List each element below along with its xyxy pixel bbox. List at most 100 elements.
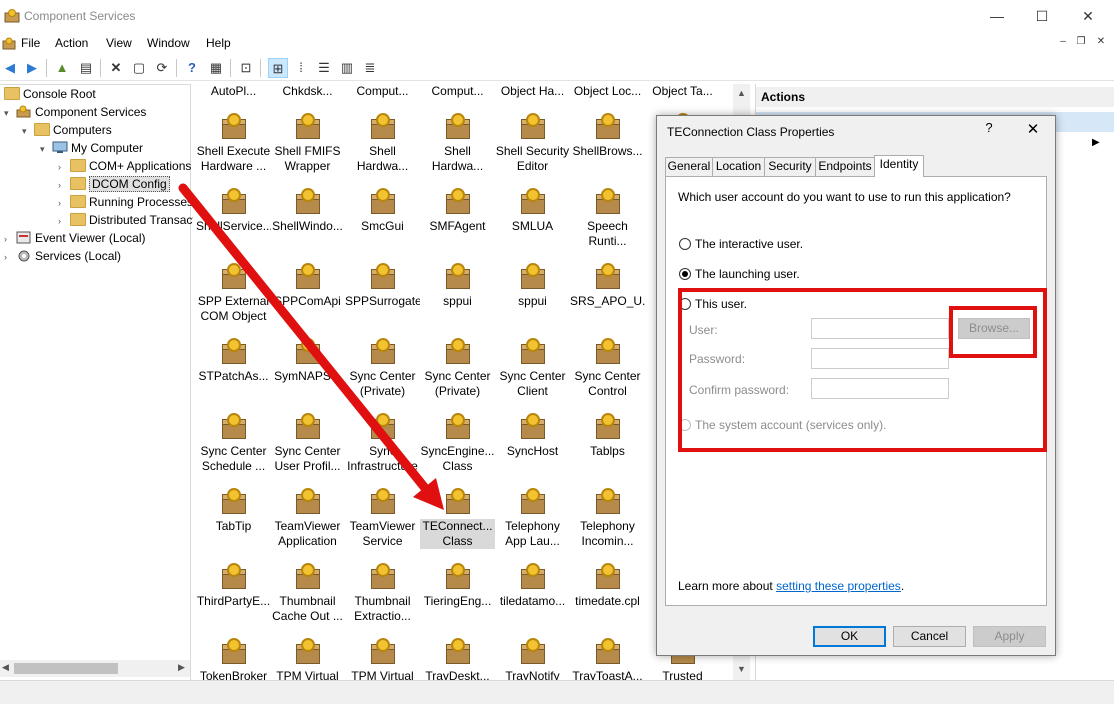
menu-action[interactable]: Action [55,36,88,50]
dcom-object-item[interactable]: timedate.cpl [570,563,645,609]
dcom-object-item[interactable]: TrayDeskt... [420,638,495,680]
dcom-object-item[interactable]: Shell Hardwa... [345,113,420,174]
help-icon[interactable]: ? [182,58,202,78]
dcom-object-item[interactable]: sppui [420,263,495,309]
dcom-object-item[interactable]: Telephony Incomin... [570,488,645,549]
back-arrow-icon[interactable]: ◀ [0,58,20,78]
dcom-object-item[interactable]: Sync Center (Private) [420,338,495,399]
tree-node-computers[interactable]: ▾ Computers [22,121,112,139]
dcom-object-item[interactable]: SPPSurrogate [345,263,420,309]
maximize-button[interactable]: ☐ [1019,0,1065,32]
tree-node-event-viewer[interactable]: › Event Viewer (Local) [4,229,146,247]
dcom-object-item[interactable]: TokenBroker [196,638,271,680]
up-folder-icon[interactable]: ▲ [52,58,72,78]
tab-identity[interactable]: Identity [874,155,924,177]
properties-icon[interactable]: ▢ [129,58,149,78]
dcom-object-item[interactable]: Thumbnail Extractio... [345,563,420,624]
tree-horizontal-scrollbar[interactable]: ◀ ▶ [0,660,190,677]
dcom-object-item[interactable]: SyncHost [495,413,570,459]
dcom-object-item[interactable]: Shell Security Editor [495,113,570,174]
tree-node-services-local[interactable]: › Services (Local) [4,247,121,265]
more-actions-arrow-icon[interactable]: ▶ [1092,137,1100,148]
dcom-object-item[interactable]: Sync Infrastructure [345,413,420,474]
minimize-button[interactable]: — [974,0,1020,32]
dcom-object-item[interactable]: ShellService... [196,188,271,234]
export-list-icon[interactable]: ▦ [206,58,226,78]
tab-location[interactable]: Location [712,157,765,176]
dcom-object-item[interactable]: TPM Virtual [345,638,420,680]
dcom-object-item[interactable]: tiledatamo... [495,563,570,609]
dcom-object-item[interactable]: TPM Virtual [270,638,345,680]
dcom-object-item[interactable]: Sync Center User Profil... [270,413,345,474]
tree-node-com-plus-applications[interactable]: › COM+ Applications [58,157,191,175]
tree-node-my-computer[interactable]: ▾ My Computer [40,139,143,157]
tab-security[interactable]: Security [764,157,816,176]
dcom-object-item[interactable]: TrayToastA... [570,638,645,680]
small-icons-view-icon[interactable]: ⁞ [291,58,311,78]
dcom-object-item[interactable]: TabTip [196,488,271,534]
forward-arrow-icon[interactable]: ▶ [22,58,42,78]
dcom-object-item[interactable]: SmcGui [345,188,420,234]
radio-interactive-user[interactable] [679,238,691,250]
dcom-object-item[interactable]: Object Ha... [495,84,570,99]
dcom-object-item[interactable]: TieringEng... [420,563,495,609]
tree-node-component-services[interactable]: ▾ Component Services [4,103,146,121]
tab-general[interactable]: General [665,157,713,176]
mdi-close-button[interactable]: ✕ [1093,35,1109,49]
dcom-object-item[interactable]: SyncEngine... Class [420,413,495,474]
dcom-object-item[interactable]: Shell Execute Hardware ... [196,113,271,174]
dcom-object-item[interactable]: Tablps [570,413,645,459]
status-view-icon[interactable]: ≣ [360,58,380,78]
dcom-object-item[interactable]: TrayNotify [495,638,570,680]
dcom-object-item[interactable]: Chkdsk... [270,84,345,99]
dcom-object-item[interactable]: Thumbnail Cache Out ... [270,563,345,624]
dcom-object-item[interactable]: TEConnect... Class [420,488,495,549]
apply-button[interactable]: Apply [973,626,1046,647]
tree-node-running-processes[interactable]: › Running Processes [58,193,193,211]
show-hide-tree-icon[interactable]: ▤ [76,58,96,78]
radio-launching-user[interactable] [679,268,691,280]
dcom-object-item[interactable]: Telephony App Lau... [495,488,570,549]
new-window-icon[interactable]: ⊡ [236,58,256,78]
learn-more-link[interactable]: setting these properties [776,579,901,593]
menu-help[interactable]: Help [206,36,231,50]
large-icons-view-icon[interactable]: ⊞ [268,58,288,78]
dcom-object-item[interactable]: SRS_APO_U... [570,263,645,309]
dcom-object-item[interactable]: ShellWindo... [270,188,345,234]
close-button[interactable]: ✕ [1065,0,1111,32]
dcom-object-item[interactable]: Sync Center Client [495,338,570,399]
menu-file[interactable]: File [21,36,40,50]
dcom-object-item[interactable]: Object Loc... [570,84,645,99]
dcom-object-item[interactable]: Sync Center (Private) [345,338,420,399]
detail-view-icon[interactable]: ▥ [337,58,357,78]
tab-endpoints[interactable]: Endpoints [815,157,875,176]
tree-node-console-root[interactable]: Console Root [4,85,96,103]
dcom-object-item[interactable]: ShellBrows... [570,113,645,159]
dcom-object-item[interactable]: SPP External COM Object [196,263,271,324]
dcom-object-item[interactable]: TeamViewer Service [345,488,420,549]
dcom-object-item[interactable]: Comput... [420,84,495,99]
tree-node-dcom-config[interactable]: › DCOM Config [58,175,170,193]
mdi-restore-button[interactable]: ❐ [1073,35,1089,49]
dcom-object-item[interactable]: SPPComApi [270,263,345,309]
dcom-object-item[interactable]: ThirdPartyE... [196,563,271,609]
dcom-object-item[interactable]: Shell FMIFS Wrapper [270,113,345,174]
dcom-object-item[interactable]: Object Ta... [645,84,720,99]
dcom-object-item[interactable]: SymNAPS... [270,338,345,384]
dcom-object-item[interactable]: Sync Center Schedule ... [196,413,271,474]
mdi-minimize-button[interactable]: – [1055,35,1071,49]
dcom-object-item[interactable]: Comput... [345,84,420,99]
menu-window[interactable]: Window [147,36,190,50]
cancel-button[interactable]: Cancel [893,626,966,647]
dcom-object-item[interactable]: Sync Center Control [570,338,645,399]
list-view-icon[interactable]: ☰ [314,58,334,78]
dialog-close-button[interactable]: ✕ [1019,120,1047,142]
dcom-object-item[interactable]: AutoPl... [196,84,271,99]
ok-button[interactable]: OK [813,626,886,647]
delete-icon[interactable]: ✕ [106,58,126,78]
dcom-object-item[interactable]: SMFAgent [420,188,495,234]
menu-view[interactable]: View [106,36,132,50]
console-menu-icon[interactable] [2,36,16,50]
dialog-help-button[interactable]: ? [979,120,999,142]
dcom-object-item[interactable]: TeamViewer Application [270,488,345,549]
